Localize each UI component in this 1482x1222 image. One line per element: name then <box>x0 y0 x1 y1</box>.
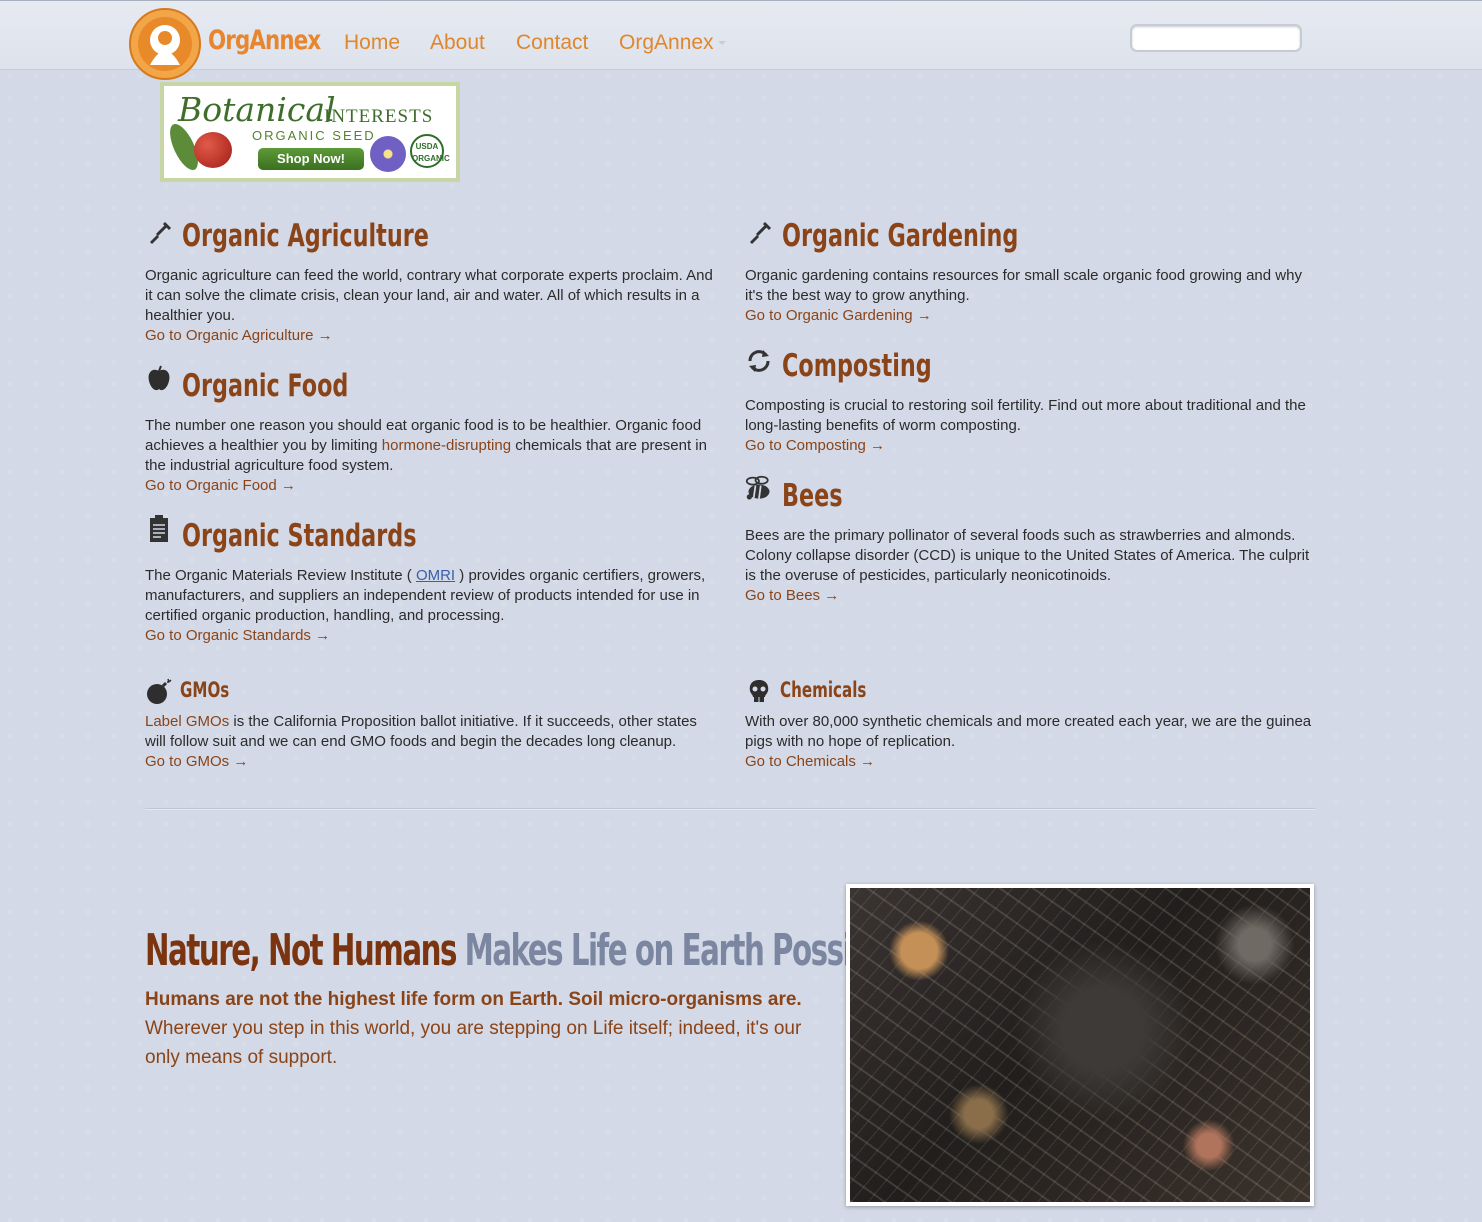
go-to-composting-link[interactable]: Go to Composting → <box>745 436 1315 456</box>
section-title[interactable]: Organic Food <box>182 368 608 404</box>
section-composting: Composting Composting is crucial to rest… <box>745 348 1315 456</box>
label-gmos-link[interactable]: Label GMOs <box>145 713 229 730</box>
go-to-gmos-link[interactable]: Go to GMOs → <box>145 752 715 772</box>
shovel-icon <box>745 218 773 248</box>
section-text: Label GMOs is the California Proposition… <box>145 712 715 752</box>
section-organic-standards: Organic Standards The Organic Materials … <box>145 515 715 646</box>
flower-icon <box>370 136 406 172</box>
section-text: Composting is crucial to restoring soil … <box>745 397 1306 434</box>
section-text: Bees are the primary pollinator of sever… <box>745 527 1310 584</box>
chevron-down-icon <box>717 41 726 46</box>
hero-lead-rest: Wherever you step in this world, you are… <box>145 1018 802 1068</box>
section-gmos: GMOs Label GMOs is the California Propos… <box>145 678 715 772</box>
section-text: With over 80,000 synthetic chemicals and… <box>745 713 1312 750</box>
skull-icon <box>745 676 773 706</box>
ad-title-2: INTERESTS <box>324 106 434 127</box>
hero-lead: Humans are not the highest life form on … <box>145 985 815 1072</box>
tomato-icon <box>194 132 232 168</box>
hero-lead-bold: Humans are not the highest life form on … <box>145 989 802 1010</box>
top-navbar: OrgAnnex Home About Contact OrgAnnex <box>0 0 1482 80</box>
go-to-bees-link[interactable]: Go to Bees → <box>745 586 1315 606</box>
apple-icon <box>145 364 173 394</box>
section-title[interactable]: Organic Standards <box>182 518 608 554</box>
section-title[interactable]: Chemicals <box>780 678 1208 702</box>
nav-contact[interactable]: Contact <box>516 31 588 55</box>
section-organic-agriculture: Organic Agriculture Organic agriculture … <box>145 218 715 346</box>
hormone-disrupting-link[interactable]: hormone-disrupting <box>382 437 511 454</box>
hero-title-part-b: Makes Life on Earth Possible <box>464 925 899 976</box>
section-text: The Organic Materials Review Institute (… <box>145 566 715 626</box>
recycle-icon <box>745 346 773 376</box>
nav-about[interactable]: About <box>430 31 485 55</box>
nav-organnex-dropdown[interactable]: OrgAnnex <box>619 31 726 55</box>
go-to-organic-standards-link[interactable]: Go to Organic Standards → <box>145 626 715 646</box>
section-title[interactable]: Composting <box>782 348 1208 384</box>
omri-link[interactable]: OMRI <box>416 567 455 584</box>
go-to-organic-agriculture-link[interactable]: Go to Organic Agriculture → <box>145 326 715 346</box>
section-divider <box>145 808 1315 810</box>
section-organic-food: Organic Food The number one reason you s… <box>145 365 715 496</box>
section-title[interactable]: Organic Agriculture <box>182 218 608 254</box>
section-organic-gardening: Organic Gardening Organic gardening cont… <box>745 218 1315 326</box>
bomb-icon <box>145 676 173 706</box>
go-to-organic-gardening-link[interactable]: Go to Organic Gardening → <box>745 306 1315 326</box>
section-title[interactable]: Organic Gardening <box>782 218 1208 254</box>
soil-worms-photo <box>846 884 1314 1206</box>
go-to-chemicals-link[interactable]: Go to Chemicals → <box>745 752 1315 772</box>
section-title[interactable]: Bees <box>782 478 1208 514</box>
nav-organnex-label: OrgAnnex <box>619 31 714 54</box>
search-input[interactable] <box>1130 24 1302 52</box>
section-title[interactable]: GMOs <box>180 678 608 702</box>
hero-title-part-a: Nature, Not Humans <box>145 925 457 976</box>
section-text: Organic gardening contains resources for… <box>745 267 1302 304</box>
ad-title: Botanical <box>178 90 336 129</box>
text-part: The Organic Materials Review Institute ( <box>145 567 416 584</box>
nav-home[interactable]: Home <box>344 31 400 55</box>
section-text: The number one reason you should eat org… <box>145 416 715 476</box>
organnex-logo-icon[interactable] <box>128 7 202 81</box>
brand-name[interactable]: OrgAnnex <box>208 25 321 56</box>
section-chemicals: Chemicals With over 80,000 synthetic che… <box>745 678 1315 772</box>
ad-subtitle: ORGANIC SEED <box>252 128 376 143</box>
shovel-icon <box>145 218 173 248</box>
botanical-interests-ad[interactable]: Botanical INTERESTS ORGANIC SEED Shop No… <box>160 82 460 182</box>
shop-now-button[interactable]: Shop Now! <box>258 148 364 170</box>
clipboard-icon <box>145 514 173 544</box>
section-bees: Bees Bees are the primary pollinator of … <box>745 475 1315 606</box>
section-text: Organic agriculture can feed the world, … <box>145 267 713 324</box>
go-to-organic-food-link[interactable]: Go to Organic Food → <box>145 476 715 496</box>
usda-organic-badge: USDA ORGANIC <box>410 134 450 168</box>
hero-title: Nature, Not Humans Makes Life on Earth P… <box>145 925 899 976</box>
bee-icon <box>745 474 773 504</box>
